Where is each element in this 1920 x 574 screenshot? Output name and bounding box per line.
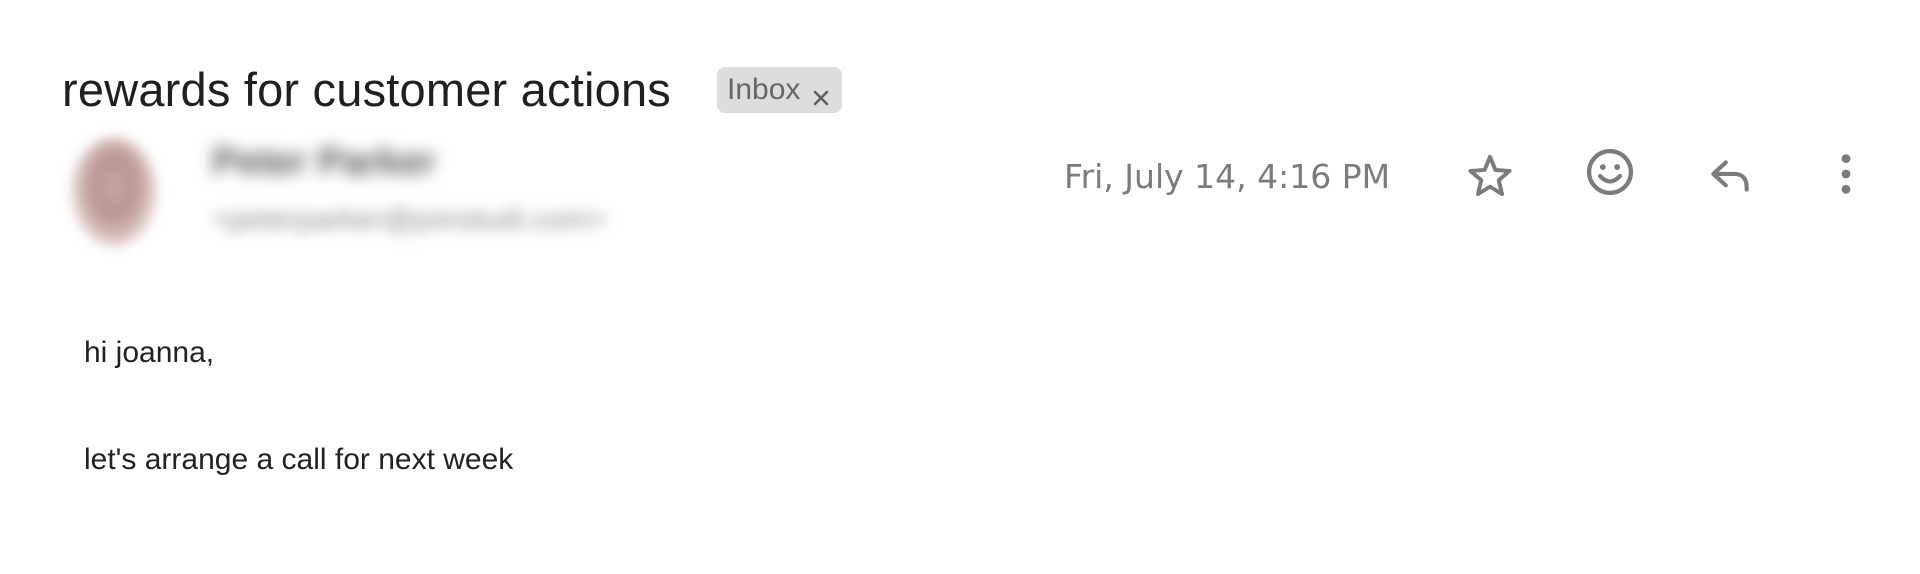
label-chip-inbox[interactable]: Inbox <box>716 67 843 113</box>
more-vert-icon <box>1836 151 1856 197</box>
email-subject: rewards for customer actions <box>62 63 671 116</box>
label-chip-text: Inbox <box>726 73 801 106</box>
avatar[interactable] <box>72 138 156 246</box>
email-body-message: let's arrange a call for next week <box>84 443 514 476</box>
subject-row: rewards for customer actions Inbox <box>62 60 843 120</box>
sender-email: <peterparker@joinstudi.com> <box>212 203 606 236</box>
sender-name[interactable]: Peter Parker <box>212 138 436 186</box>
more-options-button[interactable] <box>1814 142 1878 206</box>
close-icon[interactable] <box>812 81 830 106</box>
email-body-greeting: hi joanna, <box>84 336 215 369</box>
email-date: Fri, July 14, 4:16 PM <box>1064 157 1391 196</box>
star-button[interactable] <box>1458 144 1522 208</box>
add-reaction-button[interactable] <box>1578 140 1642 204</box>
reply-button[interactable] <box>1698 144 1762 208</box>
reply-icon <box>1705 151 1755 201</box>
email-view: rewards for customer actions Inbox Peter… <box>0 0 1920 574</box>
star-icon <box>1465 151 1515 201</box>
emoji-icon <box>1583 145 1637 199</box>
